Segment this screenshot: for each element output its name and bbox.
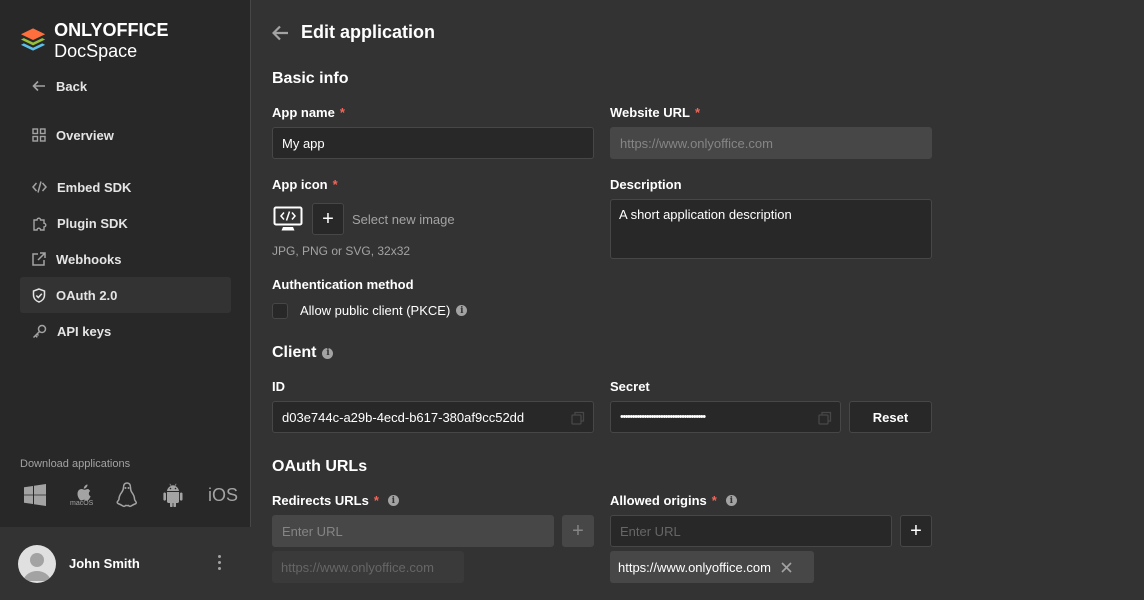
- add-redirect-button[interactable]: +: [562, 515, 594, 547]
- section-client: Client i: [272, 344, 334, 362]
- sidebar-item-oauth[interactable]: OAuth 2.0: [20, 277, 231, 313]
- select-new-image-link[interactable]: Select new image: [352, 212, 455, 227]
- redirects-urls-label: Redirects URLs * i: [272, 493, 399, 508]
- profile-bar: John Smith: [0, 527, 251, 600]
- sidebar-item-webhooks[interactable]: Webhooks: [20, 241, 231, 277]
- client-secret-value: ••••••••••••••••••••••••••••••••••••: [620, 411, 706, 423]
- shield-check-icon: [32, 287, 46, 303]
- puzzle-icon: [33, 217, 47, 231]
- sidebar-item-overview[interactable]: Overview: [20, 117, 231, 153]
- allowed-origins-input[interactable]: Enter URL: [610, 515, 892, 547]
- required-mark: *: [339, 105, 345, 120]
- sidebar-item-api-keys[interactable]: API keys: [20, 313, 231, 349]
- avatar[interactable]: [18, 544, 56, 583]
- origin-url-chip: https://www.onlyoffice.com: [610, 551, 814, 583]
- main-content: Edit application Basic info App name * My…: [252, 0, 1144, 600]
- profile-menu-icon[interactable]: [218, 555, 221, 570]
- add-icon-button[interactable]: +: [312, 203, 344, 235]
- allowed-origins-label: Allowed origins * i: [610, 493, 737, 508]
- page-header: Edit application: [272, 22, 435, 43]
- website-url-label: Website URL *: [610, 105, 700, 120]
- website-url-input[interactable]: https://www.onlyoffice.com: [610, 127, 932, 159]
- pkce-label: Allow public client (PKCE) i: [300, 303, 468, 318]
- close-icon[interactable]: [781, 561, 792, 573]
- profile-name: John Smith: [69, 556, 140, 571]
- app-icon-preview: [272, 203, 304, 235]
- brand-name: ONLYOFFICE DocSpace: [54, 20, 169, 61]
- required-mark: *: [694, 105, 700, 120]
- add-origin-button[interactable]: +: [900, 515, 932, 547]
- redirects-url-input[interactable]: Enter URL: [272, 515, 554, 547]
- sidebar-item-label: API keys: [57, 323, 112, 339]
- sidebar: ONLYOFFICE DocSpace Back Overview Embed …: [0, 0, 251, 600]
- sidebar-item-plugin-sdk[interactable]: Plugin SDK: [20, 205, 231, 241]
- sidebar-item-label: Webhooks: [56, 251, 122, 267]
- key-icon: [32, 324, 47, 338]
- required-mark: *: [711, 493, 717, 508]
- windows-icon[interactable]: [24, 480, 70, 510]
- user-silhouette-icon: [23, 552, 51, 581]
- info-icon[interactable]: i: [387, 495, 399, 506]
- pkce-checkbox[interactable]: [272, 303, 288, 319]
- grid-icon: [32, 128, 46, 142]
- macos-icon[interactable]: macOS: [70, 480, 116, 510]
- description-textarea[interactable]: A short application description: [610, 199, 932, 259]
- sidebar-item-label: OAuth 2.0: [56, 287, 118, 303]
- external-link-icon: [32, 252, 46, 266]
- origin-url-chip-label: https://www.onlyoffice.com: [618, 559, 771, 575]
- required-mark: *: [332, 177, 338, 192]
- onlyoffice-logo-icon: [20, 28, 46, 51]
- section-oauth-urls: OAuth URLs: [272, 458, 368, 475]
- auth-method-label: Authentication method: [272, 277, 414, 292]
- client-id-input[interactable]: d03e744c-a29b-4ecd-b617-380af9cc52dd: [272, 401, 594, 433]
- code-icon: [32, 181, 47, 193]
- client-secret-label: Secret: [610, 379, 650, 394]
- back-button[interactable]: Back: [20, 68, 231, 104]
- ios-icon[interactable]: iOS: [208, 480, 254, 510]
- arrow-left-icon: [32, 80, 45, 92]
- copy-icon[interactable]: [571, 411, 585, 425]
- client-secret-input[interactable]: ••••••••••••••••••••••••••••••••••••: [610, 401, 841, 433]
- icon-hint: JPG, PNG or SVG, 32x32: [272, 244, 411, 258]
- sidebar-item-label: Plugin SDK: [57, 215, 128, 231]
- back-label: Back: [56, 78, 88, 94]
- info-icon[interactable]: i: [322, 347, 334, 359]
- app-name-label: App name *: [272, 105, 345, 120]
- client-id-label: ID: [272, 379, 285, 394]
- reset-secret-button[interactable]: Reset: [849, 401, 932, 433]
- sidebar-item-label: Overview: [56, 127, 114, 143]
- download-apps-row: macOS iOS: [24, 480, 254, 510]
- app-name-input[interactable]: My app: [272, 127, 594, 159]
- arrow-left-icon[interactable]: [272, 25, 289, 41]
- copy-icon[interactable]: [818, 411, 832, 425]
- info-icon[interactable]: i: [456, 305, 468, 316]
- ios-text: iOS: [208, 484, 239, 505]
- macos-caption: macOS: [70, 500, 94, 507]
- android-icon[interactable]: [162, 480, 208, 510]
- info-icon[interactable]: i: [725, 495, 737, 506]
- description-label: Description: [610, 177, 682, 192]
- required-mark: *: [373, 493, 379, 508]
- download-apps-label: Download applications: [20, 458, 131, 470]
- linux-icon[interactable]: [116, 480, 162, 510]
- page-title: Edit application: [301, 22, 436, 42]
- client-id-value: d03e744c-a29b-4ecd-b617-380af9cc52dd: [282, 409, 525, 425]
- brand-logo[interactable]: ONLYOFFICE DocSpace: [20, 20, 250, 62]
- sidebar-item-label: Embed SDK: [57, 179, 132, 195]
- section-basic-info: Basic info: [272, 70, 349, 87]
- app-icon-label: App icon *: [272, 177, 338, 192]
- redirect-url-chip: https://www.onlyoffice.com: [272, 551, 464, 583]
- monitor-code-icon: [273, 206, 303, 231]
- sidebar-item-embed-sdk[interactable]: Embed SDK: [20, 169, 231, 205]
